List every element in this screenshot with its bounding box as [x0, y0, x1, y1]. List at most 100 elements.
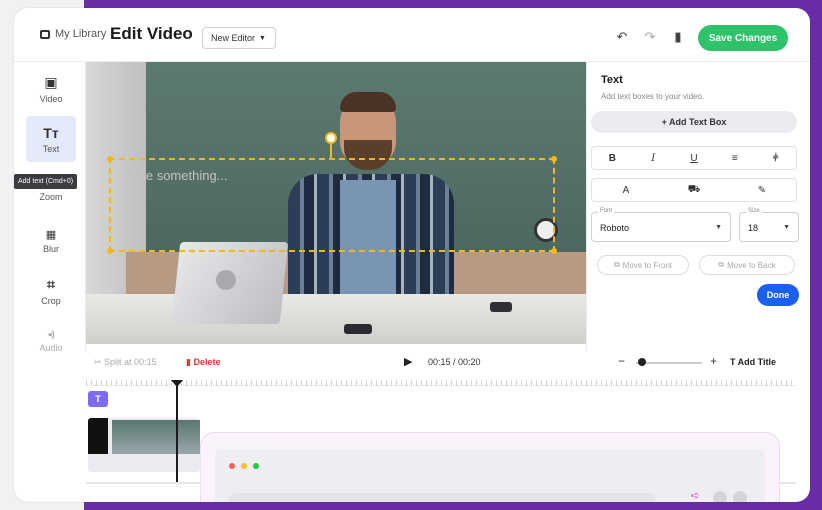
header: My Library › Edit Video New Editor ▼ ↶ ↷… — [14, 8, 810, 62]
slider-handle[interactable] — [638, 358, 646, 366]
video-scene-phone — [344, 324, 372, 334]
video-preview[interactable]: Write something... — [86, 62, 586, 344]
layer-back-icon: ⧉ — [718, 260, 725, 269]
maximize-dot — [253, 463, 259, 469]
crop-icon: ⌗ — [47, 276, 55, 292]
redo-icon[interactable]: ↷ — [642, 29, 658, 45]
tool-blur[interactable]: ▦ Blur — [26, 218, 76, 264]
size-label: Size — [746, 208, 762, 214]
save-changes-button[interactable]: Save Changes — [698, 25, 788, 51]
add-title-label: Add Title — [737, 357, 777, 367]
chevron-down-icon: ▼ — [783, 224, 790, 231]
video-scene-desk — [86, 294, 586, 344]
align-icon[interactable]: ≡ — [714, 147, 755, 169]
tool-label: Audio — [39, 343, 63, 353]
format-toolbar: B I U ≡ ⫩ — [591, 146, 797, 170]
size-select[interactable]: Size 18 ▼ — [739, 208, 799, 242]
playhead[interactable] — [176, 382, 178, 482]
panel-subtitle: Add text boxes to your video. — [601, 92, 705, 101]
font-value: Roboto — [600, 223, 630, 233]
tool-label: Text — [42, 143, 60, 154]
italic-button[interactable]: I — [633, 147, 674, 169]
minimize-dot — [241, 463, 247, 469]
editor-window: My Library › Edit Video New Editor ▼ ↶ ↷… — [14, 8, 810, 502]
font-select[interactable]: Font Roboto ▼ — [591, 208, 731, 242]
video-scene-cup — [490, 302, 512, 312]
stroke-color-icon[interactable]: ✎ — [728, 179, 796, 201]
document-icon[interactable]: ▮ — [670, 29, 686, 45]
scissors-icon: ✂ — [94, 357, 105, 367]
library-icon — [40, 29, 50, 39]
layer-front-icon: ⧉ — [613, 260, 620, 269]
resize-handle[interactable] — [551, 248, 557, 254]
done-button[interactable]: Done — [757, 284, 799, 306]
tool-label: Crop — [41, 296, 61, 306]
video-clip[interactable] — [88, 418, 200, 472]
tool-label: Zoom — [39, 192, 63, 202]
chevron-down-icon: ▼ — [259, 34, 266, 42]
timeline-controls: ✂ Split at 00:15 ▮ Delete ▶ 00:15 / 00:2… — [86, 352, 810, 374]
tool-label: Blur — [42, 244, 59, 254]
tool-zoom[interactable]: Zoom — [26, 166, 76, 212]
tool-label: Video — [39, 94, 63, 104]
close-dot — [229, 463, 235, 469]
audio-icon: ◂) — [47, 329, 55, 339]
resize-handle[interactable] — [551, 156, 557, 162]
chevron-down-icon: ▼ — [715, 224, 722, 231]
text-box-selection[interactable]: Write something... — [107, 156, 557, 254]
play-icon[interactable]: ▶ — [404, 355, 412, 368]
text-color-button[interactable]: A — [592, 179, 660, 201]
move-to-back-button[interactable]: ⧉ Move to Back — [699, 255, 795, 275]
panel-title: Text — [601, 74, 623, 86]
circle-icon — [733, 491, 747, 502]
arrow-icon: ➪ — [691, 490, 701, 502]
tool-video[interactable]: ▣ Video — [26, 66, 76, 112]
blur-icon: ▦ — [45, 229, 57, 241]
delete-button[interactable]: ▮ Delete — [186, 357, 220, 368]
resize-handle[interactable] — [107, 248, 113, 254]
breadcrumb-library-link[interactable]: My Library — [55, 28, 106, 40]
tool-audio[interactable]: ◂) Audio — [26, 318, 76, 364]
add-title-button[interactable]: T Add Title — [730, 357, 776, 367]
rotate-handle[interactable] — [325, 132, 337, 144]
video-scene-laptop-logo — [216, 270, 236, 290]
circle-icon — [713, 491, 727, 502]
spacing-icon[interactable]: ⫩ — [755, 147, 796, 169]
title-icon: T — [730, 357, 738, 367]
color-toolbar: A ⛟ ✎ — [591, 178, 797, 202]
add-text-box-button[interactable]: + Add Text Box — [591, 111, 797, 133]
size-value: 18 — [748, 223, 759, 233]
tool-text[interactable]: Tт Text — [26, 116, 76, 162]
underline-button[interactable]: U — [674, 147, 715, 169]
delete-label: Delete — [193, 357, 221, 367]
text-box-placeholder[interactable]: Write something... — [123, 168, 228, 183]
editor-select[interactable]: New Editor ▼ — [202, 27, 276, 49]
fill-color-icon[interactable]: ⛟ — [660, 179, 728, 201]
tool-sidebar: ▣ Video Tт Text Zoom ▦ Blur ⌗ Crop ◂) Au… — [14, 62, 86, 353]
undo-icon[interactable]: ↶ — [614, 29, 630, 45]
timeline-ruler[interactable] — [86, 380, 796, 386]
split-label: Split at 00:15 — [104, 357, 157, 367]
text-track-chip[interactable]: T — [88, 391, 108, 407]
clip-frame — [88, 418, 108, 454]
tool-crop[interactable]: ⌗ Crop — [26, 268, 76, 314]
text-icon: Tт — [43, 124, 59, 141]
editor-select-value: New Editor — [211, 33, 256, 43]
time-display: 00:15 / 00:20 — [428, 357, 481, 367]
move-to-front-button[interactable]: ⧉ Move to Front — [597, 255, 689, 275]
zoom-out-icon[interactable]: − — [618, 354, 625, 368]
film-icon: ▣ — [44, 74, 58, 90]
split-button[interactable]: ✂ Split at 00:15 — [94, 357, 157, 368]
browser-window: ➪ — [215, 449, 765, 502]
move-to-front-label: Move to Front — [622, 260, 673, 270]
address-bar — [229, 493, 655, 502]
bold-button[interactable]: B — [592, 147, 633, 169]
video-person-hair — [340, 92, 396, 112]
resize-handle[interactable] — [107, 156, 113, 162]
font-label: Font — [598, 208, 615, 214]
move-to-back-label: Move to Back — [727, 260, 776, 270]
clip-thumbnail — [112, 420, 200, 454]
browser-overlay-card: ➪ — [200, 432, 780, 502]
zoom-in-icon[interactable]: + — [710, 354, 717, 368]
breadcrumb: My Library › — [40, 28, 118, 40]
